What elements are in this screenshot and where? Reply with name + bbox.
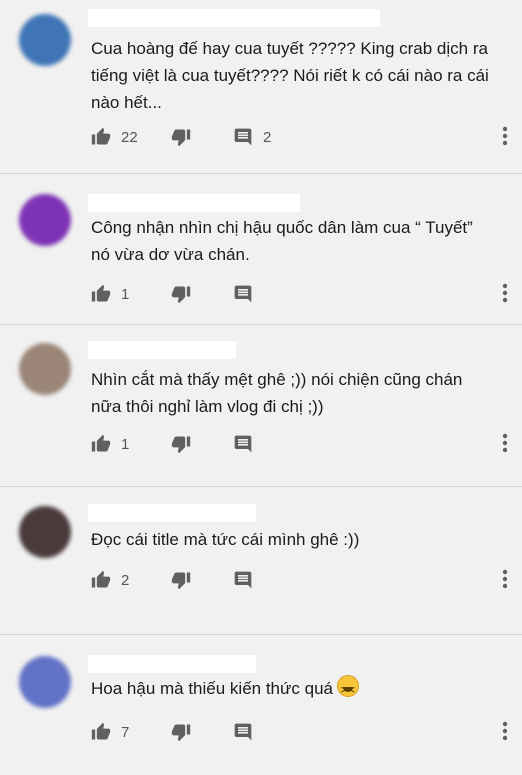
comment-text: Hoa hậu mà thiếu kiến thức quá (91, 675, 501, 704)
comment-text-content: Hoa hậu mà thiếu kiến thức quá (91, 679, 333, 698)
reply-button[interactable] (233, 432, 253, 456)
dislike-button[interactable] (171, 282, 191, 306)
reply-button[interactable] (233, 568, 253, 592)
comment-text: Công nhận nhìn chị hậu quốc dân làm cua … (91, 218, 473, 264)
reply-button[interactable]: 2 (233, 125, 271, 149)
dislike-button[interactable] (171, 568, 191, 592)
more-options-button[interactable] (502, 569, 508, 594)
comment-text: Đọc cái title mà tức cái mình ghê :)) (91, 530, 360, 549)
comment-text: Cua hoàng đế hay cua tuyết ????? King cr… (91, 39, 489, 112)
thumbs-up-icon (91, 570, 111, 588)
reply-comment-icon (234, 723, 252, 741)
comment-item: Đọc cái title mà tức cái mình ghê :)) 2 (0, 487, 522, 635)
comment-item: Cua hoàng đế hay cua tuyết ????? King cr… (0, 0, 522, 174)
avatar[interactable] (19, 14, 71, 66)
thumbs-up-icon (91, 434, 111, 452)
more-vert-icon (502, 433, 508, 453)
reply-comment-icon (234, 285, 252, 303)
more-options-button[interactable] (502, 283, 508, 308)
comment-item: Công nhận nhìn chị hậu quốc dân làm cua … (0, 174, 522, 325)
dislike-button[interactable] (171, 432, 191, 456)
avatar[interactable] (19, 656, 71, 708)
author-name-redacted (88, 655, 256, 673)
avatar[interactable] (19, 506, 71, 558)
like-count: 22 (121, 128, 138, 146)
laughing-emoji-icon (336, 675, 359, 704)
like-button[interactable]: 7 (91, 720, 129, 744)
comment-actions: 1 (0, 432, 522, 456)
more-options-button[interactable] (502, 721, 508, 746)
author-name-redacted (88, 504, 256, 522)
like-button[interactable]: 2 (91, 568, 129, 592)
more-vert-icon (502, 569, 508, 589)
reply-comment-icon (234, 128, 252, 146)
like-count: 2 (121, 571, 130, 589)
thumbs-up-icon (91, 722, 111, 740)
like-count: 7 (121, 723, 130, 741)
like-button[interactable]: 22 (91, 125, 138, 149)
more-vert-icon (502, 283, 508, 303)
avatar[interactable] (19, 343, 71, 395)
like-count: 1 (121, 435, 130, 453)
thumbs-down-icon (171, 724, 191, 742)
like-button[interactable]: 1 (91, 282, 129, 306)
reply-count: 2 (263, 128, 272, 146)
more-options-button[interactable] (502, 433, 508, 458)
avatar[interactable] (19, 194, 71, 246)
like-button[interactable]: 1 (91, 432, 129, 456)
thumbs-down-icon (171, 572, 191, 590)
thumbs-down-icon (171, 436, 191, 454)
author-name-redacted (88, 9, 380, 27)
thumbs-up-icon (91, 284, 111, 302)
comment-text: Nhìn cắt mà thấy mệt ghê ;)) nói chiện c… (91, 370, 463, 416)
comment-item: Hoa hậu mà thiếu kiến thức quá 7 (0, 635, 522, 775)
reply-button[interactable] (233, 720, 253, 744)
reply-comment-icon (234, 435, 252, 453)
thumbs-up-icon (91, 127, 111, 145)
comment-actions: 22 2 (0, 125, 522, 149)
like-count: 1 (121, 285, 130, 303)
dislike-button[interactable] (171, 720, 191, 744)
more-options-button[interactable] (502, 126, 508, 151)
dislike-button[interactable] (171, 125, 191, 149)
comment-actions: 1 (0, 282, 522, 306)
thumbs-down-icon (171, 129, 191, 147)
more-vert-icon (502, 721, 508, 741)
reply-comment-icon (234, 571, 252, 589)
author-name-redacted (88, 194, 300, 212)
comment-item: Nhìn cắt mà thấy mệt ghê ;)) nói chiện c… (0, 325, 522, 487)
comment-actions: 7 (0, 720, 522, 744)
comment-actions: 2 (0, 568, 522, 592)
author-name-redacted (88, 341, 236, 359)
reply-button[interactable] (233, 282, 253, 306)
thumbs-down-icon (171, 286, 191, 304)
more-vert-icon (502, 126, 508, 146)
